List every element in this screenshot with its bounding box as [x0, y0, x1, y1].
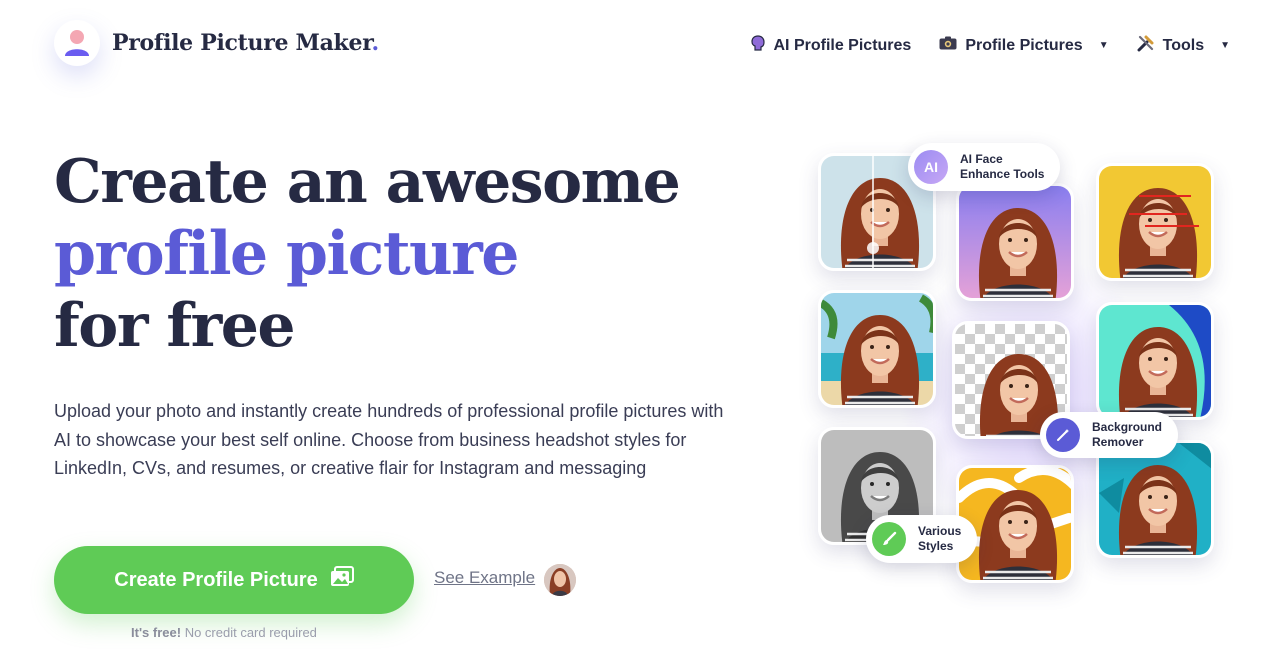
portrait-pattern-bg — [956, 465, 1074, 583]
headline-accent: profile picture — [54, 219, 519, 289]
example-avatar[interactable] — [544, 564, 576, 596]
chevron-down-icon: ▼ — [1220, 40, 1230, 51]
hero-description: Upload your photo and instantly create h… — [54, 401, 724, 478]
tools-icon — [1137, 34, 1155, 57]
see-example-link[interactable]: See Example — [434, 568, 535, 588]
free-note: It's free! No credit card required — [131, 625, 317, 640]
portrait-yellow-glitch — [1096, 163, 1214, 281]
logo[interactable]: Profile Picture Maker. — [54, 20, 379, 66]
image-icon — [330, 566, 354, 594]
portrait-beach-bg — [818, 290, 936, 408]
main-nav: AI Profile Pictures Profile Pictures ▼ T… — [750, 34, 1230, 57]
headline-line-3: for free — [54, 291, 296, 361]
background-remover-pill: Background Remover — [1040, 412, 1179, 458]
nav-tools[interactable]: Tools ▼ — [1137, 34, 1230, 57]
brand-name: Profile Picture Maker. — [112, 30, 379, 56]
person-icon — [54, 20, 100, 66]
portrait-purple-bg — [956, 183, 1074, 301]
chevron-down-icon: ▼ — [1098, 40, 1109, 51]
brain-icon — [750, 35, 766, 56]
paint-brush-icon — [872, 522, 906, 556]
hero-headline: Create an awesome profile picture for fr… — [54, 146, 681, 362]
ai-icon: AI — [914, 150, 948, 184]
nav-ai-profile-pictures[interactable]: AI Profile Pictures — [750, 35, 911, 56]
camera-icon — [939, 36, 957, 55]
portrait-teal-bg — [1096, 302, 1214, 420]
create-profile-picture-button[interactable]: Create Profile Picture — [54, 546, 414, 614]
magic-wand-icon — [1046, 418, 1080, 452]
ai-face-enhance-pill: AI AI Face Enhance Tools — [908, 143, 1061, 191]
nav-profile-pictures[interactable]: Profile Pictures ▼ — [939, 36, 1109, 55]
various-styles-pill: Various Styles — [866, 515, 978, 563]
headline-line-1: Create an awesome — [54, 147, 681, 217]
